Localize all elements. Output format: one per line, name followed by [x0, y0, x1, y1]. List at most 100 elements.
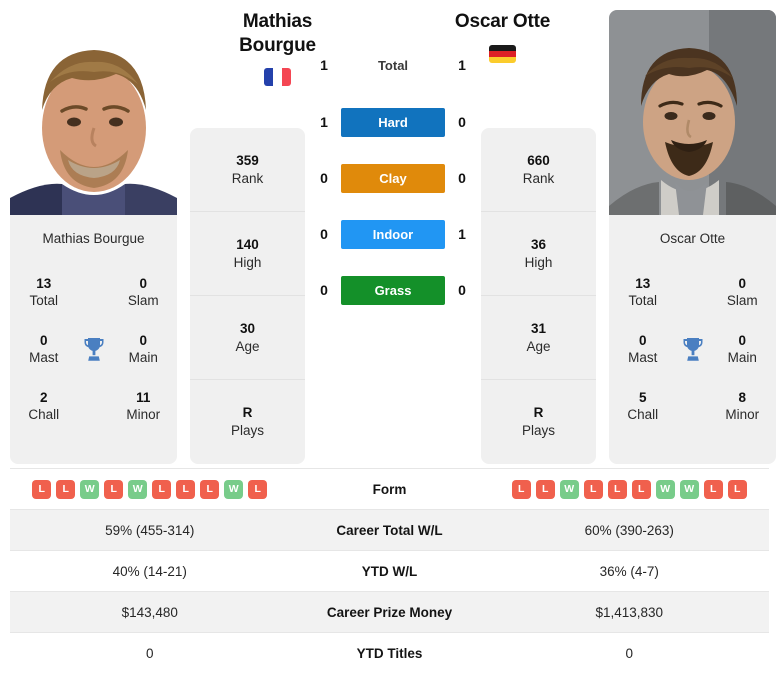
value: 30 — [239, 320, 256, 336]
form-badge: L — [535, 479, 555, 499]
value: 31 — [530, 320, 547, 336]
form-badge: L — [607, 479, 627, 499]
value: 660 — [527, 152, 550, 168]
form-badge: L — [176, 479, 196, 499]
label: Slam — [726, 292, 758, 308]
right-titles-minor: 8 Minor — [715, 390, 771, 424]
value: 5 — [638, 390, 647, 406]
right-player-column: Oscar Otte 13 Total 0 Slam 0 Mast 0 Main… — [609, 10, 776, 464]
right-card-player-name: Oscar Otte — [659, 231, 726, 246]
right-titles-main: 0 Main — [715, 333, 771, 367]
left-career-prize-money: $143,480 — [121, 604, 178, 620]
label: Minor — [126, 407, 161, 423]
table-row-ytd-titles: 0 YTD Titles 0 — [10, 632, 769, 673]
comparison-header: Mathias Bourgue 13 Total 0 Slam 0 Mast 0… — [0, 0, 779, 468]
h2h-right-value: 0 — [458, 170, 466, 186]
h2h-right-value: 1 — [458, 226, 466, 242]
form-badge: L — [583, 479, 603, 499]
right-titles-total: 13 Total — [615, 276, 671, 310]
left-titles-mast: 0 Mast — [16, 333, 72, 367]
left-ytd-titles: 0 — [145, 645, 154, 661]
form-badge: W — [559, 479, 579, 499]
left-player-photo[interactable] — [10, 10, 177, 215]
h2h-left-value: 0 — [320, 226, 328, 242]
value: 359 — [236, 152, 259, 168]
label: Chall — [627, 407, 659, 423]
h2h-left-value: 1 — [320, 114, 328, 130]
label: Total — [29, 292, 59, 308]
left-player-column: Mathias Bourgue 13 Total 0 Slam 0 Mast 0… — [10, 10, 177, 464]
row-label-ytd-titles: YTD Titles — [356, 645, 423, 661]
left-rank-card: 359 Rank 140 High 30 Age R Plays — [190, 128, 305, 464]
row-label-career-prize-money: Career Prize Money — [326, 604, 453, 620]
h2h-left-value: 0 — [320, 170, 328, 186]
label: Rank — [522, 170, 555, 186]
h2h-left-value: 0 — [320, 282, 328, 298]
label: Plays — [521, 423, 555, 438]
label: High — [233, 254, 262, 270]
h2h-row-clay: 0 Clay 0 — [313, 150, 473, 206]
right-titles-card: Oscar Otte 13 Total 0 Slam 0 Mast 0 Main… — [609, 215, 776, 464]
label: High — [524, 254, 553, 270]
h2h-row-grass: 0 Grass 0 — [313, 262, 473, 318]
right-high-row: 36 High — [481, 212, 596, 296]
surface-badge-hard[interactable]: Hard — [341, 107, 445, 137]
value: 0 — [139, 333, 147, 349]
player-comparison-page: Mathias Bourgue 13 Total 0 Slam 0 Mast 0… — [0, 0, 779, 699]
right-career-total-wl: 60% (390-263) — [584, 522, 674, 538]
left-titles-total: 13 Total — [16, 276, 72, 310]
value: 13 — [36, 275, 52, 291]
value: 8 — [738, 390, 746, 406]
value: 2 — [39, 390, 48, 406]
right-plays-row: R Plays — [481, 380, 596, 464]
label: Mast — [29, 349, 59, 365]
label: Minor — [725, 407, 760, 423]
label: Chall — [28, 407, 60, 423]
value: R — [242, 405, 253, 421]
form-badge: L — [727, 479, 747, 499]
value: R — [533, 405, 544, 421]
row-label-career-total-wl: Career Total W/L — [336, 522, 443, 538]
left-titles-slam: 0 Slam — [116, 276, 172, 310]
value: 0 — [39, 333, 48, 349]
label: Main — [128, 349, 158, 365]
right-player-photo[interactable] — [609, 10, 776, 215]
left-titles-grid: 13 Total 0 Slam 0 Mast 0 Main 2 Chall 11… — [16, 264, 171, 436]
surface-badge-clay[interactable]: Clay — [341, 163, 445, 193]
label: Main — [727, 349, 757, 365]
row-label-ytd-wl: YTD W/L — [361, 563, 418, 579]
label: Slam — [127, 292, 159, 308]
surface-badge-indoor[interactable]: Indoor — [341, 219, 445, 249]
form-badge: L — [200, 479, 220, 499]
right-titles-slam: 0 Slam — [715, 276, 771, 310]
right-rank-card: 660 Rank 36 High 31 Age R Plays — [481, 128, 596, 464]
h2h-right-value: 0 — [458, 282, 466, 298]
form-badge: W — [679, 479, 699, 499]
h2h-label-total: Total — [377, 57, 409, 73]
head-to-head-list: 1 Total 1 1 Hard 0 0 Clay 0 0 Indoor 1 0… — [313, 36, 473, 318]
left-plays-row: R Plays — [190, 380, 305, 464]
right-form-cell: L L W L L L W W L L — [490, 479, 770, 499]
stats-comparison-table: L L W L W L L L W L Form L L W L L L W W — [0, 468, 779, 673]
table-row-ytd-wl: 40% (14-21) YTD W/L 36% (4-7) — [10, 550, 769, 591]
head-to-head-column: 1 Total 1 1 Hard 0 0 Clay 0 0 Indoor 1 0… — [313, 10, 473, 318]
label: Rank — [231, 170, 264, 186]
right-age-row: 31 Age — [481, 296, 596, 380]
value: 0 — [638, 333, 647, 349]
value: 0 — [738, 333, 746, 349]
table-row-career-total-wl: 59% (455-314) Career Total W/L 60% (390-… — [10, 509, 769, 550]
h2h-row-total: 1 Total 1 — [313, 36, 473, 94]
left-titles-minor: 11 Minor — [116, 390, 172, 424]
left-titles-main: 0 Main — [116, 333, 172, 367]
right-titles-mast: 0 Mast — [615, 333, 671, 367]
value: 13 — [635, 275, 651, 291]
left-form-cell: L L W L W L L L W L — [10, 479, 290, 499]
table-row-career-prize-money: $143,480 Career Prize Money $1,413,830 — [10, 591, 769, 632]
left-high-row: 140 High — [190, 212, 305, 296]
right-titles-grid: 13 Total 0 Slam 0 Mast 0 Main 5 Chall 8 … — [615, 264, 770, 436]
row-label-form: Form — [372, 481, 407, 497]
value: 0 — [139, 275, 147, 291]
surface-badge-grass[interactable]: Grass — [341, 275, 445, 305]
label: Age — [235, 338, 260, 354]
h2h-row-hard: 1 Hard 0 — [313, 94, 473, 150]
